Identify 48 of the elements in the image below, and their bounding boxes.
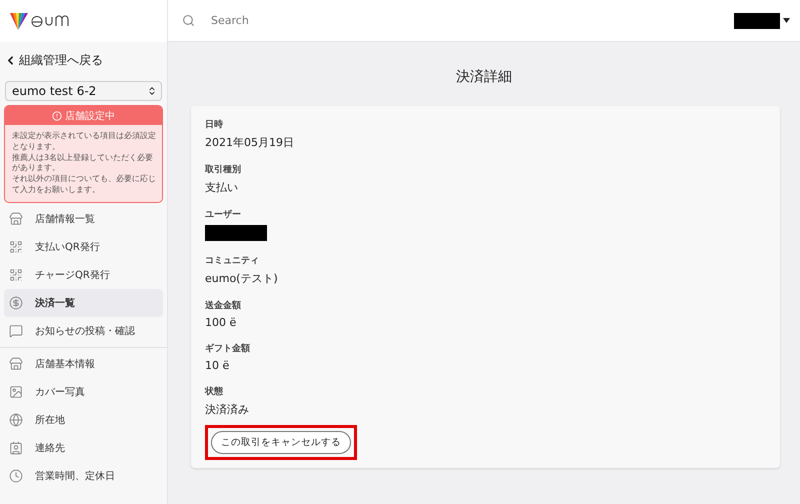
search-bar[interactable]: Search <box>168 0 720 42</box>
sidebar-item[interactable]: 連絡先 <box>4 434 163 462</box>
sidebar-item[interactable]: 営業時間、定休日 <box>4 462 163 490</box>
field-value: 決済済み <box>205 402 250 417</box>
field-label: 取引種別 <box>205 164 242 176</box>
store-icon <box>9 212 23 226</box>
contact-card-icon <box>9 440 23 455</box>
redaction-block <box>205 225 267 241</box>
field-label: 状態 <box>205 385 224 398</box>
clock-icon <box>9 468 23 483</box>
cancel-button[interactable]: この取引をキャンセルする <box>211 431 351 454</box>
alert-text: 未設定が表示されている項目は必須設定となります。 <box>12 131 157 153</box>
alert-icon <box>52 110 62 120</box>
sidebar-item[interactable]: 店舗基本情報 <box>4 350 163 378</box>
sidebar-item[interactable]: 決済一覧 <box>4 288 163 317</box>
field-label: 日時 <box>205 118 224 131</box>
store-icon <box>9 356 23 371</box>
qr-code-icon <box>9 268 23 282</box>
sidebar-item[interactable]: お知らせの投稿・確認 <box>4 316 163 345</box>
field-label: ギフト金額 <box>205 342 251 355</box>
redaction-block <box>734 12 780 28</box>
dollar-icon <box>9 296 23 310</box>
qr-code-icon <box>9 240 23 254</box>
field-value: 100 ë <box>205 316 238 329</box>
sidebar-item[interactable]: チャージQR発行 <box>4 260 163 289</box>
back-link[interactable]: 組織管理へ戻る <box>0 42 167 79</box>
sidebar-item[interactable]: 所在地 <box>4 406 163 434</box>
message-icon <box>9 324 23 338</box>
field-value: 10 ë <box>205 359 230 372</box>
alert-text: それ以外の項目についても、必要に応じて入力をお願いします。 <box>12 174 157 196</box>
sidebar-item[interactable]: 支払いQR発行 <box>4 232 163 261</box>
caret-icon[interactable] <box>783 18 790 23</box>
field-label: コミュニティ <box>205 255 260 267</box>
globe-icon <box>9 412 23 427</box>
alert-text: 推薦人は3名以上登録していただく必要があります。 <box>12 152 154 174</box>
image-icon <box>9 384 23 399</box>
field-value: eumo(テスト) <box>205 271 279 286</box>
field-label: ユーザー <box>205 208 242 221</box>
field-value: 2021年05月19日 <box>205 135 295 150</box>
alert-title: 店舗設定中 <box>65 110 115 122</box>
sidebar-item[interactable]: 店舗情報一覧 <box>4 204 163 233</box>
field-label: 送金金額 <box>205 299 242 312</box>
page-title: 決済詳細 <box>455 68 513 86</box>
store-select[interactable]: eumo test 6-2 <box>5 81 162 101</box>
up-down-caret-icon <box>147 86 157 96</box>
field-value: 支払い <box>205 180 239 195</box>
sidebar-item[interactable]: カバー写真 <box>4 378 163 406</box>
search-icon <box>182 14 195 27</box>
